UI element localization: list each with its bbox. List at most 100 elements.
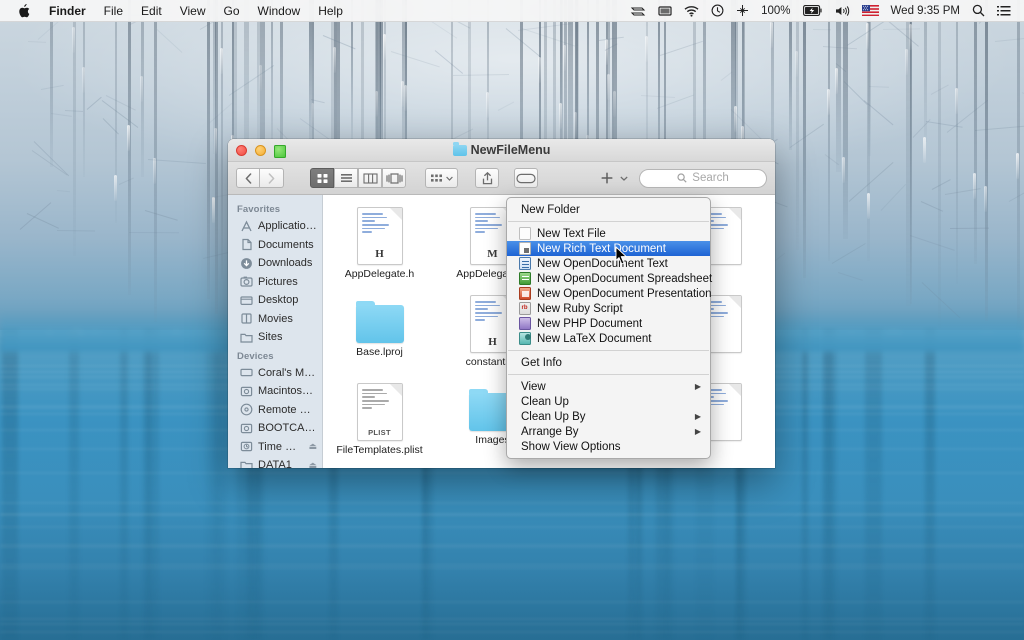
icon-view-button[interactable] <box>310 168 334 188</box>
eject-icon[interactable]: ⏏ <box>308 441 317 452</box>
scanner-icon[interactable] <box>624 0 652 21</box>
php-file-icon <box>518 317 531 330</box>
submenu-arrow-icon: ▶ <box>695 427 701 436</box>
notification-center-icon[interactable] <box>991 0 1017 21</box>
menu-edit[interactable]: Edit <box>132 0 171 21</box>
plain-file-icon <box>518 227 531 240</box>
battery-charging-icon[interactable] <box>797 0 829 21</box>
menu-file[interactable]: File <box>95 0 132 21</box>
coverflow-view-button[interactable] <box>382 168 406 188</box>
file-item[interactable] <box>662 467 775 468</box>
time-machine-clock-icon[interactable] <box>705 0 730 21</box>
menu-item-get-info[interactable]: Get Info <box>507 355 710 370</box>
clock-label[interactable]: Wed 9:35 PM <box>885 0 966 21</box>
plist-file-icon: PLIST <box>357 383 403 441</box>
sidebar-section-header-favorites: Favorites <box>228 200 322 217</box>
wifi-icon[interactable] <box>678 0 705 21</box>
menu-item-new-text-file[interactable]: New Text File <box>507 226 710 241</box>
action-button[interactable] <box>597 168 632 188</box>
back-button[interactable] <box>236 168 260 188</box>
sidebar-item-remote-disc[interactable]: Remote Disc <box>228 401 322 420</box>
file-item[interactable]: HAppDelegate.h <box>323 203 436 291</box>
menu-item-new-opendocument-presentation[interactable]: New OpenDocument Presentation <box>507 286 710 301</box>
finder-titlebar[interactable]: NewFileMenu <box>228 139 775 162</box>
apple-logo-icon[interactable] <box>8 0 40 21</box>
sidebar-item-pictures[interactable]: Pictures <box>228 273 322 292</box>
zoom-button[interactable] <box>274 145 286 158</box>
file-item[interactable]: Base.lproj <box>323 291 436 379</box>
file-item[interactable] <box>323 467 436 468</box>
menu-item-label: New LaTeX Document <box>537 333 651 345</box>
sidebar-item-data1[interactable]: DATA1⏏ <box>228 456 322 468</box>
menu-item-view[interactable]: View▶ <box>507 379 710 394</box>
menu-item-arrange-by[interactable]: Arrange By▶ <box>507 424 710 439</box>
dropbox-icon[interactable] <box>730 0 755 21</box>
eject-icon[interactable]: ⏏ <box>308 460 317 468</box>
file-item[interactable] <box>436 467 549 468</box>
action-menu-group <box>597 168 632 188</box>
search-input[interactable]: Search <box>639 169 767 188</box>
menu-item-label: Clean Up <box>521 396 569 408</box>
menu-item-label: New PHP Document <box>537 318 642 330</box>
menu-item-label: Get Info <box>521 357 562 369</box>
sidebar-item-documents[interactable]: Documents <box>228 236 322 255</box>
menu-item-new-opendocument-text[interactable]: New OpenDocument Text <box>507 256 710 271</box>
file-item[interactable]: M <box>549 467 662 468</box>
menu-item-clean-up[interactable]: Clean Up <box>507 394 710 409</box>
forward-button[interactable] <box>260 168 284 188</box>
menu-item-new-rich-text-document[interactable]: New Rich Text Document <box>507 241 710 256</box>
context-menu[interactable]: New Folder New Text FileNew Rich Text Doc… <box>506 197 711 459</box>
sidebar-item-coral-s-m[interactable]: Coral's M… <box>228 364 322 383</box>
menu-item-new-php-document[interactable]: New PHP Document <box>507 316 710 331</box>
file-item[interactable]: PLISTFileTemplates.plist <box>323 379 436 467</box>
sidebar-item-label: Movies <box>258 313 293 325</box>
arrange-by-button[interactable] <box>425 168 458 188</box>
menu-item-clean-up-by[interactable]: Clean Up By▶ <box>507 409 710 424</box>
folder-icon <box>453 145 467 156</box>
display-icon[interactable] <box>652 0 678 21</box>
sidebar-item-bootcamp[interactable]: BOOTCAMP <box>228 419 322 438</box>
sidebar-item-desktop[interactable]: Desktop <box>228 291 322 310</box>
menu-item-new-ruby-script[interactable]: rbNew Ruby Script <box>507 301 710 316</box>
odp-file-icon <box>518 287 531 300</box>
menu-item-new-folder[interactable]: New Folder <box>507 202 710 217</box>
us-flag-icon[interactable] <box>856 0 885 21</box>
sidebar-item-label: Macintosh… <box>258 385 317 397</box>
menu-item-show-view-options[interactable]: Show View Options <box>507 439 710 454</box>
menu-window[interactable]: Window <box>249 0 310 21</box>
edit-tags-button[interactable] <box>514 168 538 188</box>
menu-item-label: View <box>521 381 546 393</box>
menu-item-new-opendocument-spreadsheet[interactable]: New OpenDocument Spreadsheet <box>507 271 710 286</box>
battery-percent-label[interactable]: 100% <box>755 0 796 21</box>
window-title: NewFileMenu <box>471 143 551 157</box>
share-button[interactable] <box>475 168 499 188</box>
sidebar-item-label: Downloads <box>258 257 312 269</box>
window-title-group: NewFileMenu <box>228 143 775 157</box>
window-controls <box>236 145 286 158</box>
search-placeholder: Search <box>692 172 728 184</box>
sidebar-item-sites[interactable]: Sites <box>228 328 322 347</box>
menu-help[interactable]: Help <box>309 0 352 21</box>
list-view-button[interactable] <box>334 168 358 188</box>
remote-disc-icon <box>240 403 253 416</box>
sidebar-item-downloads[interactable]: Downloads <box>228 254 322 273</box>
sidebar-item-applications[interactable]: Applications <box>228 217 322 236</box>
menu-view[interactable]: View <box>171 0 215 21</box>
documents-icon <box>240 238 253 251</box>
sidebar-item-movies[interactable]: Movies <box>228 310 322 329</box>
volume-icon[interactable] <box>829 0 856 21</box>
column-view-button[interactable] <box>358 168 382 188</box>
menu-finder[interactable]: Finder <box>40 0 95 21</box>
menu-go[interactable]: Go <box>215 0 249 21</box>
spotlight-search-icon[interactable] <box>966 0 991 21</box>
sidebar-item-time-m[interactable]: Time M…⏏ <box>228 438 322 457</box>
sidebar-item-label: Documents <box>258 239 314 251</box>
sidebar-item-macintosh[interactable]: Macintosh… <box>228 382 322 401</box>
menu-item-label: New OpenDocument Spreadsheet <box>537 273 712 285</box>
minimize-button[interactable] <box>255 145 266 156</box>
menu-item-new-latex-document[interactable]: New LaTeX Document <box>507 331 710 346</box>
disk-folder-icon <box>240 459 253 468</box>
menu-bar: Finder File Edit View Go Window Help <box>0 0 1024 22</box>
close-button[interactable] <box>236 145 247 156</box>
file-name-label: Base.lproj <box>356 346 403 358</box>
